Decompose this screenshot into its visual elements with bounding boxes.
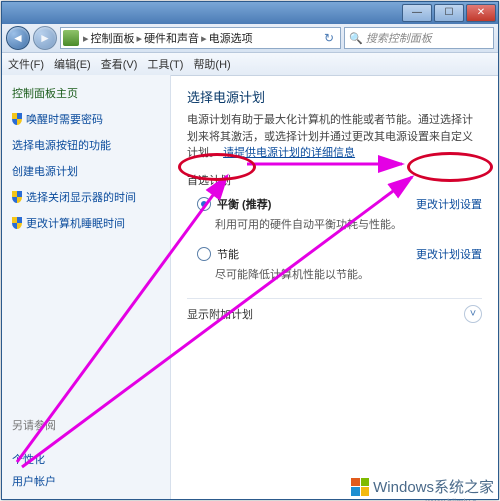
sidebar-item-display-off[interactable]: 选择关闭显示器的时间 <box>12 189 160 205</box>
watermark-text: Windows系统之家 <box>373 476 494 497</box>
watermark: Windows系统之家 www.bjjmlv.c... <box>351 476 494 497</box>
power-plan-balanced: 平衡 (推荐) 更改计划设置 <box>197 196 482 212</box>
search-input[interactable]: 🔍 搜索控制面板 <box>344 27 494 49</box>
radio-balanced[interactable] <box>197 197 211 211</box>
refresh-button[interactable]: ↻ <box>320 31 338 45</box>
breadcrumb-item[interactable]: 控制面板 <box>91 30 135 46</box>
page-title: 选择电源计划 <box>187 87 482 106</box>
change-plan-settings-balanced[interactable]: 更改计划设置 <box>416 196 482 212</box>
search-placeholder: 搜索控制面板 <box>366 30 432 46</box>
sidebar-item-label: 选择关闭显示器的时间 <box>26 189 136 205</box>
show-additional-plans[interactable]: 显示附加计划 ˅ <box>187 298 482 323</box>
sidebar: 控制面板主页 唤醒时需要密码 选择电源按钮的功能 创建电源计划 选择关闭显示器的… <box>2 75 171 499</box>
menu-view[interactable]: 查看(V) <box>101 56 138 72</box>
plan-sub-balanced: 利用可用的硬件自动平衡功耗与性能。 <box>215 216 482 232</box>
close-button[interactable]: ✕ <box>466 4 496 22</box>
radio-saver[interactable] <box>197 247 211 261</box>
change-plan-settings-saver[interactable]: 更改计划设置 <box>416 246 482 262</box>
description-link[interactable]: 请提供电源计划的详细信息 <box>223 147 355 159</box>
preferred-plans-header: 首选计划 <box>187 172 482 188</box>
address-bar: ◄ ► ▸ 控制面板 ▸ 硬件和声音 ▸ 电源选项 ↻ 🔍 搜索控制面板 <box>2 24 498 53</box>
breadcrumb-sep-icon: ▸ <box>201 32 207 45</box>
sidebar-item-sleep-time[interactable]: 更改计算机睡眠时间 <box>12 215 160 231</box>
page-description: 电源计划有助于最大化计算机的性能或者节能。通过选择计划来将其激活，或选择计划并通… <box>187 112 482 162</box>
maximize-button[interactable]: ☐ <box>434 4 464 22</box>
shield-icon <box>12 217 22 229</box>
windows-logo-icon <box>351 478 369 496</box>
breadcrumb-sep-icon: ▸ <box>137 32 143 45</box>
titlebar: — ☐ ✕ <box>2 2 498 24</box>
control-panel-icon <box>63 30 79 46</box>
plan-sub-saver: 尽可能降低计算机性能以节能。 <box>215 266 482 282</box>
see-also-header: 另请参阅 <box>12 417 160 435</box>
minimize-button[interactable]: — <box>402 4 432 22</box>
breadcrumb-sep-icon: ▸ <box>83 32 89 45</box>
plan-name-saver[interactable]: 节能 <box>217 246 239 262</box>
expander-label: 显示附加计划 <box>187 306 253 322</box>
sidebar-item-wake-password[interactable]: 唤醒时需要密码 <box>12 111 160 127</box>
sidebar-item-label: 选择电源按钮的功能 <box>12 137 111 153</box>
nav-forward-button[interactable]: ► <box>33 26 57 50</box>
see-also-user-accounts[interactable]: 用户帐户 <box>12 473 160 489</box>
see-also-personalization[interactable]: 个性化 <box>12 451 160 467</box>
sidebar-item-label: 唤醒时需要密码 <box>26 111 103 127</box>
menu-tools[interactable]: 工具(T) <box>147 56 183 72</box>
watermark-url: www.bjjmlv.c... <box>426 497 484 501</box>
sidebar-item-create-plan[interactable]: 创建电源计划 <box>12 163 160 179</box>
sidebar-item-power-button[interactable]: 选择电源按钮的功能 <box>12 137 160 153</box>
sidebar-item-label: 更改计算机睡眠时间 <box>26 215 125 231</box>
see-also-links: 个性化 用户帐户 <box>12 445 160 489</box>
shield-icon <box>12 191 22 203</box>
breadcrumb-item[interactable]: 电源选项 <box>209 30 253 46</box>
content-pane: 选择电源计划 电源计划有助于最大化计算机的性能或者节能。通过选择计划来将其激活，… <box>171 75 498 499</box>
window-frame: — ☐ ✕ ◄ ► ▸ 控制面板 ▸ 硬件和声音 ▸ 电源选项 ↻ 🔍 搜索控制… <box>1 1 499 500</box>
menu-edit[interactable]: 编辑(E) <box>54 56 91 72</box>
sidebar-home[interactable]: 控制面板主页 <box>12 85 160 101</box>
chevron-down-icon: ˅ <box>464 305 482 323</box>
plan-name-balanced[interactable]: 平衡 (推荐) <box>217 196 271 212</box>
nav-back-button[interactable]: ◄ <box>6 26 30 50</box>
menu-help[interactable]: 帮助(H) <box>193 56 230 72</box>
search-icon: 🔍 <box>349 32 363 45</box>
window-body: 控制面板主页 唤醒时需要密码 选择电源按钮的功能 创建电源计划 选择关闭显示器的… <box>2 75 498 499</box>
breadcrumb[interactable]: ▸ 控制面板 ▸ 硬件和声音 ▸ 电源选项 ↻ <box>60 27 341 49</box>
menu-file[interactable]: 文件(F) <box>8 56 44 72</box>
shield-icon <box>12 113 22 125</box>
sidebar-item-label: 创建电源计划 <box>12 163 78 179</box>
breadcrumb-item[interactable]: 硬件和声音 <box>144 30 199 46</box>
menu-bar: 文件(F) 编辑(E) 查看(V) 工具(T) 帮助(H) <box>2 53 498 76</box>
power-plan-saver: 节能 更改计划设置 <box>197 246 482 262</box>
